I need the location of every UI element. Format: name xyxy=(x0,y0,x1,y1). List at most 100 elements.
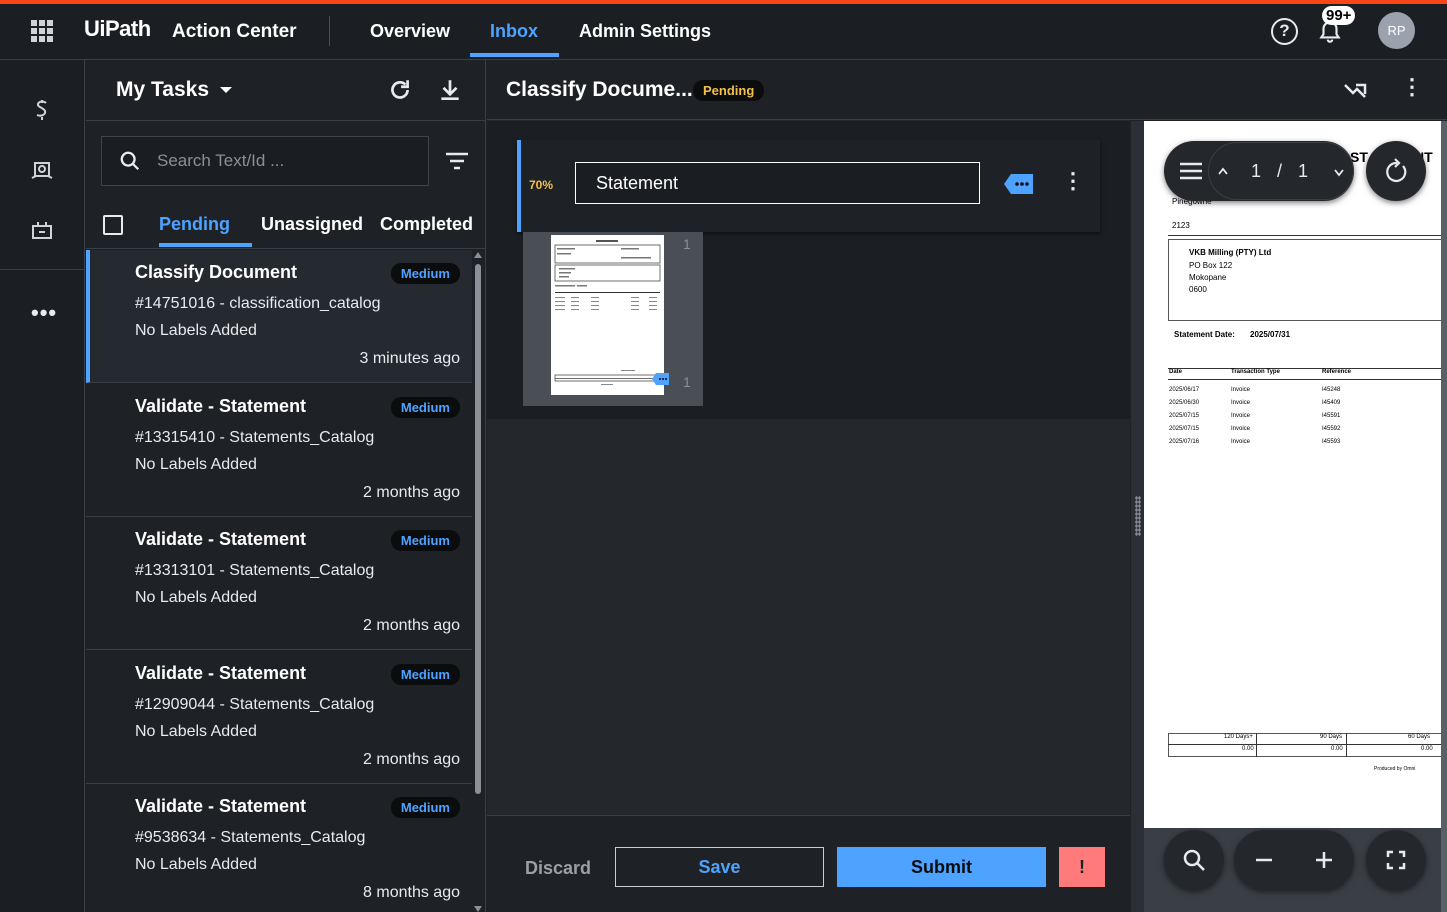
doc-row-date: 2025/06/17 xyxy=(1169,387,1200,393)
nav-active-indicator xyxy=(470,53,559,57)
action-footer: Discard Save Submit ! xyxy=(487,815,1130,912)
panel-resizer[interactable] xyxy=(1131,121,1144,912)
search-icon xyxy=(120,151,140,171)
chevron-down-icon[interactable] xyxy=(220,87,232,93)
fullscreen-button[interactable] xyxy=(1366,830,1426,890)
doc-produced-by: Produced by Omni xyxy=(1374,766,1416,772)
doc-aging-header: 90 Days xyxy=(1320,734,1343,740)
tab-pending[interactable]: Pending xyxy=(159,214,230,235)
task-id: #13315410 - Statements_Catalog xyxy=(135,429,375,446)
more-icon[interactable]: ••• xyxy=(31,300,57,326)
task-list-scrollbar[interactable] xyxy=(473,252,483,912)
nav-admin-settings[interactable]: Admin Settings xyxy=(579,21,711,42)
search-input[interactable] xyxy=(157,147,417,175)
app-name: Action Center xyxy=(172,21,297,42)
page-separator: / xyxy=(1277,161,1283,181)
doc-aging-header: 120 Days+ xyxy=(1224,734,1253,740)
doc-row-type: Invoice xyxy=(1231,387,1251,393)
exception-button[interactable]: ! xyxy=(1059,847,1105,887)
card-more-icon[interactable]: ⋮ xyxy=(1062,168,1084,194)
doc-rule xyxy=(1346,733,1347,757)
rotate-icon xyxy=(1386,158,1407,183)
submit-button[interactable]: Submit xyxy=(837,847,1046,887)
search-box xyxy=(101,136,429,186)
priority-badge: Medium xyxy=(390,263,460,284)
doc-rule xyxy=(1168,368,1441,369)
doc-rule xyxy=(1256,733,1257,757)
doc-row-date: 2025/07/16 xyxy=(1169,439,1200,445)
task-labels: No Labels Added xyxy=(135,456,257,473)
doc-to-line3: 0600 xyxy=(1189,285,1207,294)
app-launcher-icon[interactable] xyxy=(31,20,53,42)
task-labels: No Labels Added xyxy=(135,856,257,873)
zoom-in-icon[interactable] xyxy=(1314,850,1334,870)
task-id: #13313101 - Statements_Catalog xyxy=(135,562,375,579)
download-icon[interactable] xyxy=(437,77,463,103)
chevron-down-icon[interactable] xyxy=(1333,168,1345,178)
nav-overview[interactable]: Overview xyxy=(370,21,450,42)
priority-badge: Medium xyxy=(390,664,460,685)
tag-icon[interactable] xyxy=(1003,173,1035,195)
chevron-up-icon[interactable] xyxy=(1217,166,1229,176)
task-title: Validate - Statement xyxy=(135,529,307,549)
doc-to-name: VKB Milling (PTY) Ltd xyxy=(1189,248,1272,257)
save-button[interactable]: Save xyxy=(615,847,824,887)
rotate-button[interactable] xyxy=(1366,141,1426,201)
priority-badge: Medium xyxy=(390,530,460,551)
doc-aging-header: 60 Days xyxy=(1408,734,1431,740)
process-icon[interactable] xyxy=(30,98,54,122)
classification-panel: Classify Docume... Pending ⋮ 70% Stateme… xyxy=(487,60,1447,912)
doc-to-line2: Mokopane xyxy=(1189,273,1227,282)
avatar[interactable]: RP xyxy=(1378,12,1415,49)
robot-icon[interactable] xyxy=(30,158,54,182)
scroll-up-icon[interactable] xyxy=(474,252,482,258)
doc-row-type: Invoice xyxy=(1231,439,1251,445)
task-title: Classify Document xyxy=(135,262,298,282)
viewer-scrollbar[interactable] xyxy=(1441,121,1447,912)
zoom-controls xyxy=(1234,830,1354,890)
task-labels: No Labels Added xyxy=(135,723,257,740)
task-id: #9538634 - Statements_Catalog xyxy=(135,829,366,846)
thumbnail-tag-icon xyxy=(652,373,669,385)
nav-inbox[interactable]: Inbox xyxy=(490,21,538,42)
doc-col-type: Transaction Type xyxy=(1231,369,1280,375)
task-item[interactable]: Validate - Statement Medium #12909044 - … xyxy=(86,651,472,784)
task-time: 3 minutes ago xyxy=(359,350,460,367)
doc-aging-value: 0.00 xyxy=(1242,746,1254,752)
task-list-title[interactable]: My Tasks xyxy=(116,78,209,102)
doc-rule xyxy=(1168,379,1441,380)
tab-unassigned[interactable]: Unassigned xyxy=(261,214,363,235)
tab-completed[interactable]: Completed xyxy=(380,214,473,235)
search-document-button[interactable] xyxy=(1164,830,1224,890)
zoom-out-icon[interactable] xyxy=(1254,850,1274,870)
menu-icon[interactable] xyxy=(1178,159,1204,183)
thumbnail-preview xyxy=(554,240,661,385)
page-navigator: 1 / 1 xyxy=(1208,142,1354,200)
doc-row-ref: I45591 xyxy=(1322,413,1341,419)
page-thumbnail[interactable]: 1 1 xyxy=(523,232,703,406)
scroll-thumb[interactable] xyxy=(475,264,481,794)
doc-row-type: Invoice xyxy=(1231,413,1251,419)
queue-icon[interactable] xyxy=(30,218,54,242)
open-in-new-icon[interactable] xyxy=(1342,78,1368,104)
task-item[interactable]: Validate - Statement Medium #9538634 - S… xyxy=(86,784,472,912)
page-current[interactable]: 1 xyxy=(1251,161,1261,182)
select-all-checkbox[interactable] xyxy=(103,215,123,235)
confidence-score: 70% xyxy=(529,178,554,192)
divider xyxy=(86,248,486,249)
task-header: Classify Docume... Pending ⋮ xyxy=(487,60,1447,120)
header-more-icon[interactable]: ⋮ xyxy=(1401,74,1423,100)
task-item[interactable]: Validate - Statement Medium #13313101 - … xyxy=(86,517,472,650)
document-type-field[interactable]: Statement xyxy=(575,162,980,204)
task-title: Validate - Statement xyxy=(135,396,307,416)
scroll-down-icon[interactable] xyxy=(474,906,482,912)
task-id: #14751016 - classification_catalog xyxy=(135,295,381,312)
help-icon[interactable]: ? xyxy=(1271,18,1298,45)
filter-icon[interactable] xyxy=(443,150,471,172)
task-item[interactable]: Validate - Statement Medium #13315410 - … xyxy=(86,384,472,517)
refresh-icon[interactable] xyxy=(387,77,413,103)
task-item[interactable]: Classify Document Medium #14751016 - cla… xyxy=(86,250,472,383)
drag-handle-icon[interactable] xyxy=(1135,496,1141,536)
task-time: 2 months ago xyxy=(363,484,460,501)
discard-button[interactable]: Discard xyxy=(525,858,591,879)
